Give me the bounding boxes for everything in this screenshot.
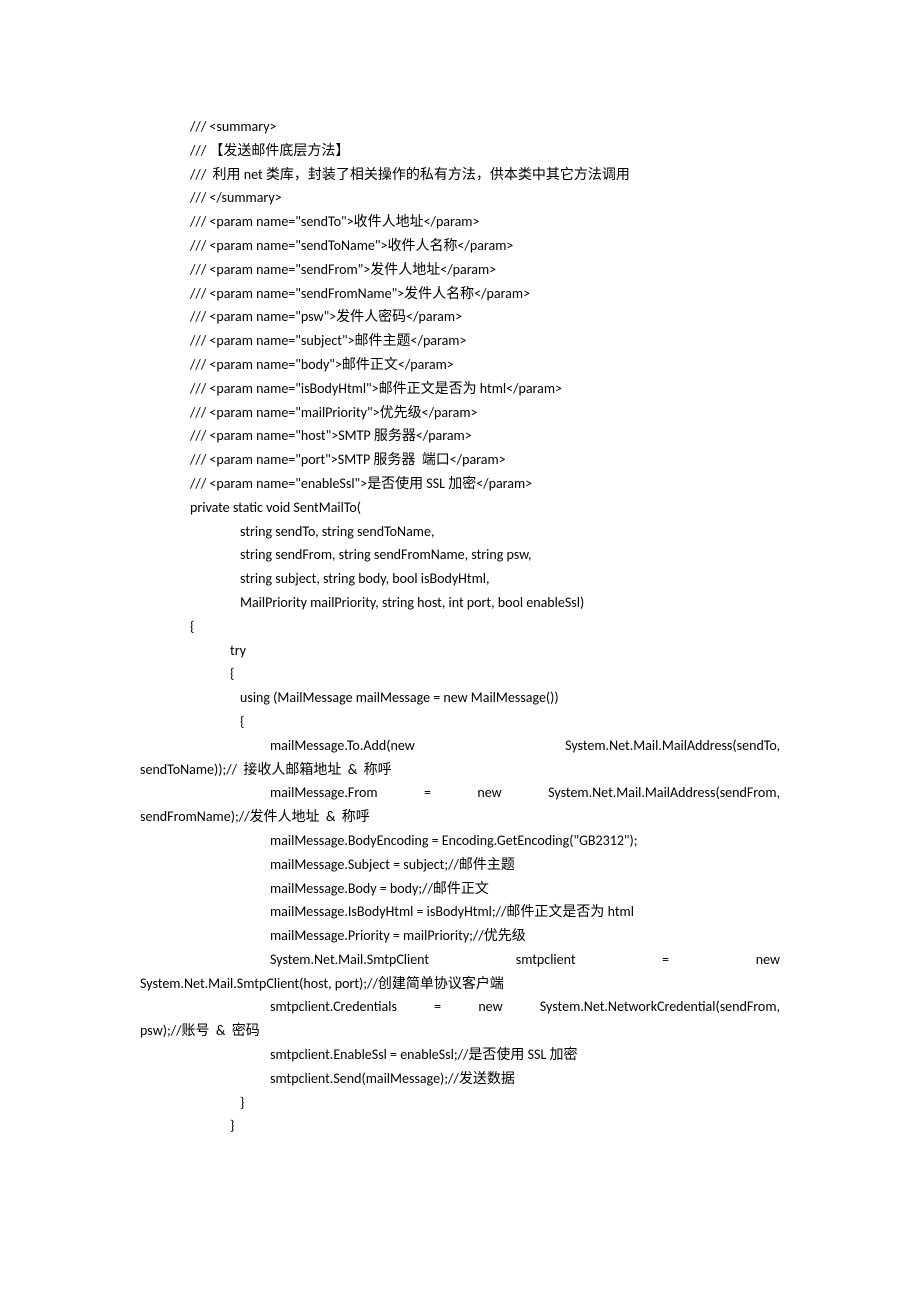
code-line: /// <param name="psw">发件人密码</param>: [140, 305, 780, 329]
code-line: System.Net.Mail.SmtpClient(host, port);/…: [140, 972, 780, 996]
code-line: /// 利用 net 类库，封装了相关操作的私有方法，供本类中其它方法调用: [140, 163, 780, 187]
code-line: mailMessage.From = new System.Net.Mail.M…: [140, 781, 780, 805]
code-line: string sendTo, string sendToName,: [140, 520, 780, 544]
code-line: smtpclient.EnableSsl = enableSsl;//是否使用 …: [140, 1043, 780, 1067]
code-line: /// <summary>: [140, 115, 780, 139]
code-line: mailMessage.Priority = mailPriority;//优先…: [140, 924, 780, 948]
code-line: sendFromName);//发件人地址 & 称呼: [140, 805, 780, 829]
code-line: try: [140, 639, 780, 663]
code-line: using (MailMessage mailMessage = new Mai…: [140, 686, 780, 710]
code-line: smtpclient.Send(mailMessage);//发送数据: [140, 1067, 780, 1091]
code-line: mailMessage.Body = body;//邮件正文: [140, 877, 780, 901]
code-line: }: [140, 1091, 780, 1115]
code-line: /// <param name="sendTo">收件人地址</param>: [140, 210, 780, 234]
code-line: /// </summary>: [140, 186, 780, 210]
code-line: smtpclient.Credentials = new System.Net.…: [140, 995, 780, 1019]
code-line: private static void SentMailTo(: [140, 496, 780, 520]
code-line: /// <param name="subject">邮件主题</param>: [140, 329, 780, 353]
code-line: mailMessage.BodyEncoding = Encoding.GetE…: [140, 829, 780, 853]
code-line: /// <param name="enableSsl">是否使用 SSL 加密<…: [140, 472, 780, 496]
code-line: mailMessage.IsBodyHtml = isBodyHtml;//邮件…: [140, 900, 780, 924]
code-line: /// <param name="sendFromName">发件人名称</pa…: [140, 282, 780, 306]
code-line: psw);//账号 & 密码: [140, 1019, 780, 1043]
code-line: System.Net.Mail.SmtpClient smtpclient = …: [140, 948, 780, 972]
code-line: sendToName));// 接收人邮箱地址 & 称呼: [140, 758, 780, 782]
code-line: /// <param name="port">SMTP 服务器 端口</para…: [140, 448, 780, 472]
code-line: /// 【发送邮件底层方法】: [140, 139, 780, 163]
code-line: {: [140, 710, 780, 734]
code-line: {: [140, 662, 780, 686]
code-line: }: [140, 1114, 780, 1138]
code-line: MailPriority mailPriority, string host, …: [140, 591, 780, 615]
code-line: /// <param name="mailPriority">优先级</para…: [140, 401, 780, 425]
code-line: string subject, string body, bool isBody…: [140, 567, 780, 591]
code-line: /// <param name="body">邮件正文</param>: [140, 353, 780, 377]
code-line: /// <param name="isBodyHtml">邮件正文是否为 htm…: [140, 377, 780, 401]
code-line: /// <param name="sendFrom">发件人地址</param>: [140, 258, 780, 282]
code-line: /// <param name="host">SMTP 服务器</param>: [140, 424, 780, 448]
code-line: mailMessage.Subject = subject;//邮件主题: [140, 853, 780, 877]
code-line: {: [140, 615, 780, 639]
document-page: /// <summary>/// 【发送邮件底层方法】/// 利用 net 类库…: [0, 0, 920, 1238]
code-line: mailMessage.To.Add(new System.Net.Mail.M…: [140, 734, 780, 758]
code-line: string sendFrom, string sendFromName, st…: [140, 543, 780, 567]
code-line: /// <param name="sendToName">收件人名称</para…: [140, 234, 780, 258]
